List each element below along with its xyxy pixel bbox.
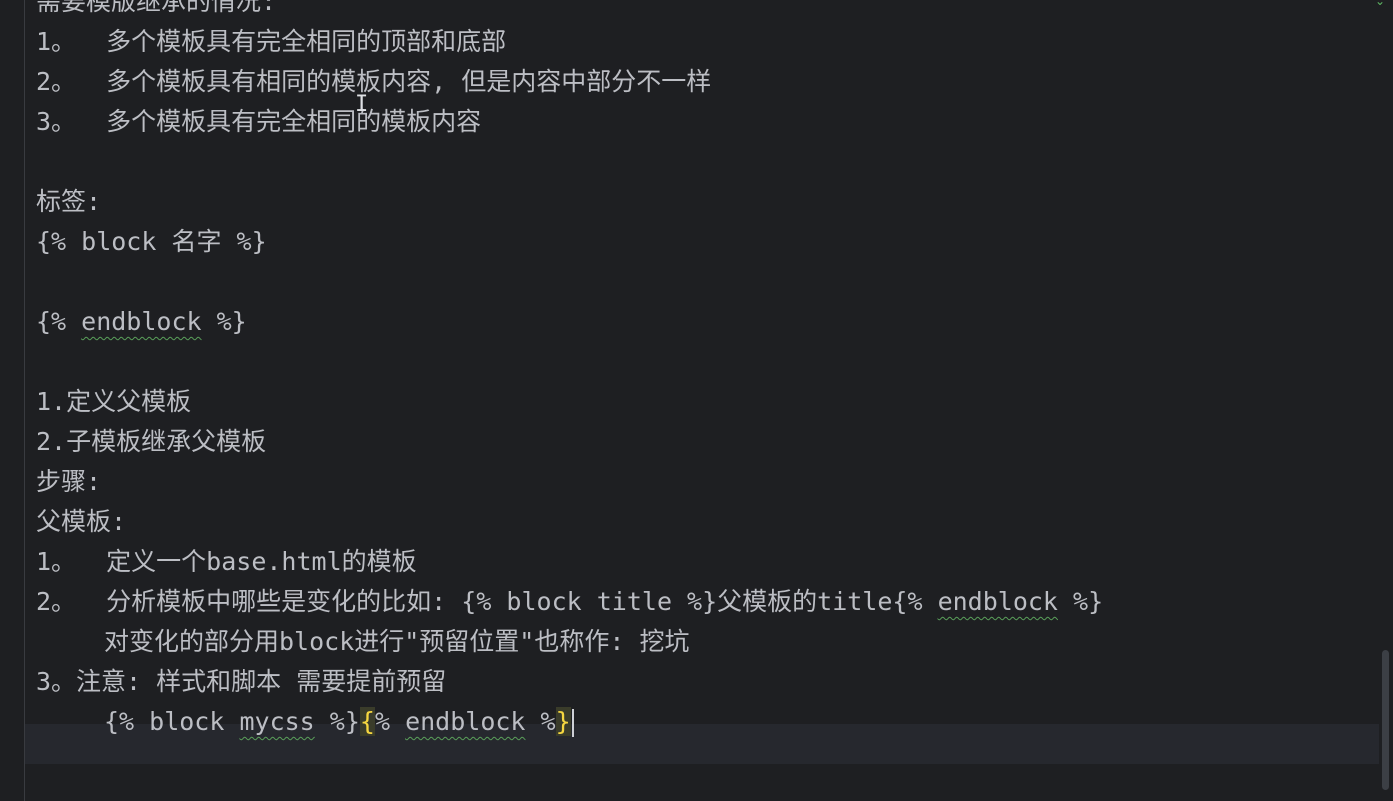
editor-line: 对变化的部分用block进行"预留位置"也称作: 挖坑 [104,627,690,656]
matched-brace: } [555,707,571,736]
vertical-scrollbar[interactable] [1379,0,1393,801]
spelling-warning[interactable]: endblock [938,587,1058,616]
editor-line: 需要模版继承的情况: [36,0,277,16]
gutter-divider [24,0,25,801]
editor-line: 2.子模板继承父模板 [36,427,267,456]
editor-line: 1.定义父模板 [36,387,192,416]
editor-line: {% block 名字 %} [36,227,267,256]
editor-line: 父模板: [36,507,127,536]
editor-text-area[interactable]: 需要模版继承的情况: 1。 多个模板具有完全相同的顶部和底部 2。 多个模板具有… [36,0,1373,742]
code-editor[interactable]: ⌄ 需要模版继承的情况: 1。 多个模板具有完全相同的顶部和底部 2。 多个模板… [0,0,1393,801]
editor-line: 3。 多个模板具有完全相同的模板内容 [36,107,482,136]
spelling-warning[interactable]: endblock [405,707,525,736]
spelling-warning[interactable]: endblock [81,307,201,336]
spelling-warning[interactable]: mycss [239,707,314,736]
editor-line: 1。 定义一个base.html的模板 [36,547,417,576]
editor-line: 3。注意: 样式和脚本 需要提前预留 [36,667,447,696]
editor-line: 标签: [36,187,102,216]
matched-brace: { [359,707,375,736]
editor-line: 2。 分析模板中哪些是变化的比如: {% block title %}父模板的t… [36,587,1104,616]
text-cursor-icon: I [355,92,369,117]
editor-line: 2。 多个模板具有相同的模板内容, 但是内容中部分不一样 [36,67,712,96]
editor-line: {% endblock %} [36,307,247,336]
scrollbar-thumb[interactable] [1382,650,1389,790]
editor-line: {% block mycss %}{% endblock %} [36,702,1373,742]
editor-line: 1。 多个模板具有完全相同的顶部和底部 [36,27,507,56]
editor-line: 步骤: [36,467,102,496]
text-caret [571,709,574,737]
